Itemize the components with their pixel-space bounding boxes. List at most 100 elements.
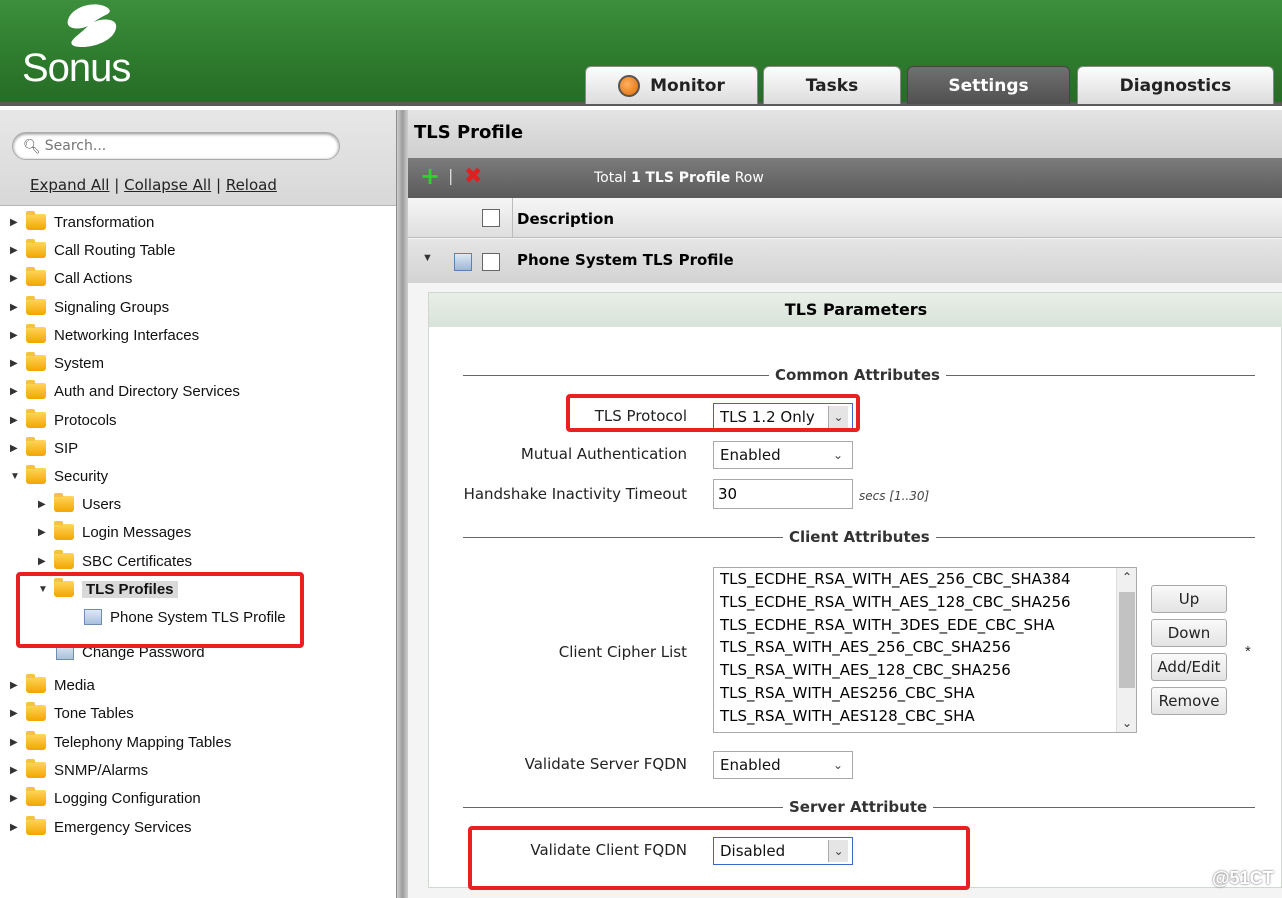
expand-arrow-icon[interactable]: ▶ bbox=[10, 737, 20, 748]
tab-diagnostics[interactable]: Diagnostics bbox=[1077, 66, 1274, 104]
tab-settings[interactable]: Settings bbox=[907, 66, 1070, 104]
tree-item-label: Protocols bbox=[54, 411, 117, 429]
highlight-box-validate-client bbox=[468, 826, 970, 890]
expand-arrow-icon[interactable]: ▶ bbox=[10, 386, 20, 397]
tree-item-sbc-certificates[interactable]: ▶ SBC Certificates bbox=[38, 548, 192, 574]
expand-arrow-icon[interactable]: ▶ bbox=[10, 415, 20, 426]
folder-icon bbox=[26, 324, 46, 343]
collapse-arrow-icon[interactable]: ▼ bbox=[10, 471, 20, 482]
search-box[interactable]: 🔍︎ bbox=[12, 132, 340, 160]
tree-item-snmp-alarms[interactable]: ▶ SNMP/Alarms bbox=[10, 757, 148, 783]
folder-icon bbox=[26, 296, 46, 315]
tab-tasks-label: Tasks bbox=[805, 75, 859, 96]
scroll-up-icon[interactable]: ⌃ bbox=[1117, 570, 1136, 584]
delete-row-icon[interactable]: ✖ bbox=[464, 164, 482, 189]
link-separator: | bbox=[114, 176, 120, 194]
sidebar-toolbar: 🔍︎ Expand All | Collapse All | Reload bbox=[0, 110, 396, 206]
tree-item-logging-configuration[interactable]: ▶ Logging Configuration bbox=[10, 785, 201, 811]
cipher-item[interactable]: TLS_ECDHE_RSA_WITH_AES_128_CBC_SHA256 bbox=[714, 591, 1136, 614]
expand-arrow-icon[interactable]: ▶ bbox=[10, 245, 20, 256]
tree-item-networking-interfaces[interactable]: ▶ Networking Interfaces bbox=[10, 322, 199, 348]
mutual-authentication-select[interactable]: Enabled ⌄ bbox=[713, 441, 853, 469]
tree-item-label: Login Messages bbox=[82, 523, 192, 541]
collapse-all-link[interactable]: Collapse All bbox=[124, 176, 211, 194]
expand-arrow-icon[interactable]: ▶ bbox=[10, 443, 20, 454]
reload-link[interactable]: Reload bbox=[226, 176, 277, 194]
description-column-header[interactable]: Description bbox=[512, 198, 614, 238]
tree-item-media[interactable]: ▶ Media bbox=[10, 672, 95, 698]
open-folder-icon bbox=[26, 465, 46, 484]
collapse-arrow-icon[interactable]: ▼ bbox=[422, 252, 433, 264]
tree-item-users[interactable]: ▶ Users bbox=[38, 491, 121, 517]
edit-row-icon[interactable] bbox=[454, 253, 472, 271]
tree-item-system[interactable]: ▶ System bbox=[10, 350, 104, 376]
expand-arrow-icon[interactable]: ▶ bbox=[10, 217, 20, 228]
tab-diagnostics-label: Diagnostics bbox=[1119, 75, 1232, 96]
expand-arrow-icon[interactable]: ▶ bbox=[10, 330, 20, 341]
table-header: Description bbox=[408, 198, 1282, 238]
expand-arrow-icon[interactable]: ▶ bbox=[10, 708, 20, 719]
expand-arrow-icon[interactable]: ▶ bbox=[38, 527, 48, 538]
cipher-item[interactable]: TLS_RSA_WITH_AES256_CBC_SHA bbox=[714, 682, 1136, 705]
tab-tasks[interactable]: Tasks bbox=[763, 66, 901, 104]
sonus-logo-icon bbox=[67, 4, 117, 48]
cipher-item[interactable]: TLS_ECDHE_RSA_WITH_3DES_EDE_CBC_SHA bbox=[714, 614, 1136, 637]
search-input[interactable] bbox=[44, 138, 325, 154]
row-checkbox[interactable] bbox=[482, 253, 500, 271]
tree-item-call-routing-table[interactable]: ▶ Call Routing Table bbox=[10, 237, 175, 263]
tree-item-label: Media bbox=[54, 676, 95, 694]
move-down-button[interactable]: Down bbox=[1151, 619, 1227, 647]
panel-title: TLS Parameters bbox=[429, 293, 1282, 327]
folder-icon bbox=[26, 816, 46, 835]
tree-item-emergency-services[interactable]: ▶ Emergency Services bbox=[10, 814, 192, 840]
panel-splitter[interactable] bbox=[396, 110, 408, 898]
tree-item-transformation[interactable]: ▶ Transformation bbox=[10, 209, 154, 235]
handshake-timeout-input[interactable]: 30 bbox=[713, 479, 853, 509]
tab-monitor[interactable]: Monitor bbox=[585, 66, 758, 104]
expand-arrow-icon[interactable]: ▶ bbox=[10, 765, 20, 776]
tree-item-signaling-groups[interactable]: ▶ Signaling Groups bbox=[10, 294, 169, 320]
expand-arrow-icon[interactable]: ▶ bbox=[10, 273, 20, 284]
validate-server-fqdn-select[interactable]: Enabled ⌄ bbox=[713, 751, 853, 779]
expand-arrow-icon[interactable]: ▶ bbox=[38, 499, 48, 510]
tree-item-login-messages[interactable]: ▶ Login Messages bbox=[38, 519, 191, 545]
tree-item-label: System bbox=[54, 354, 105, 372]
add-row-icon[interactable]: + bbox=[420, 164, 440, 188]
select-all-checkbox[interactable] bbox=[482, 209, 500, 227]
cipher-item[interactable]: TLS_RSA_WITH_AES128_CBC_SHA bbox=[714, 705, 1136, 728]
remove-button[interactable]: Remove bbox=[1151, 687, 1227, 715]
scroll-down-icon[interactable]: ⌄ bbox=[1117, 716, 1136, 730]
client-cipher-listbox[interactable]: TLS_ECDHE_RSA_WITH_AES_256_CBC_SHA384 TL… bbox=[713, 567, 1137, 733]
expand-arrow-icon[interactable]: ▶ bbox=[10, 358, 20, 369]
tree-item-tone-tables[interactable]: ▶ Tone Tables bbox=[10, 700, 134, 726]
tree-item-label: SIP bbox=[54, 439, 79, 457]
table-row[interactable]: ▼ Phone System TLS Profile bbox=[408, 239, 1282, 283]
expand-arrow-icon[interactable]: ▶ bbox=[38, 556, 48, 567]
folder-icon bbox=[26, 674, 46, 693]
folder-icon bbox=[26, 239, 46, 258]
expand-arrow-icon[interactable]: ▶ bbox=[10, 793, 20, 804]
expand-all-link[interactable]: Expand All bbox=[30, 176, 109, 194]
expand-arrow-icon[interactable]: ▶ bbox=[10, 680, 20, 691]
watermark: @51CT bbox=[1212, 868, 1274, 888]
cipher-list-scrollbar[interactable]: ⌃ ⌄ bbox=[1116, 568, 1136, 732]
search-icon: 🔍︎ bbox=[23, 137, 41, 154]
app-header: Sonus Monitor Tasks Settings Diagnostics bbox=[0, 0, 1282, 106]
cipher-item[interactable]: TLS_RSA_WITH_AES_256_CBC_SHA256 bbox=[714, 636, 1136, 659]
expand-arrow-icon[interactable]: ▶ bbox=[10, 822, 20, 833]
tree-item-sip[interactable]: ▶ SIP bbox=[10, 435, 78, 461]
cipher-item[interactable]: TLS_RSA_WITH_AES_128_CBC_SHA256 bbox=[714, 659, 1136, 682]
tree-item-security[interactable]: ▼ Security bbox=[10, 463, 108, 489]
tree-item-label: Security bbox=[54, 467, 109, 485]
scrollbar-thumb[interactable] bbox=[1119, 592, 1135, 688]
tree-item-call-actions[interactable]: ▶ Call Actions bbox=[10, 265, 132, 291]
tree-item-telephony-mapping-tables[interactable]: ▶ Telephony Mapping Tables bbox=[10, 729, 231, 755]
expand-arrow-icon[interactable]: ▶ bbox=[10, 302, 20, 313]
tree-item-protocols[interactable]: ▶ Protocols bbox=[10, 407, 117, 433]
tree-item-auth-directory-services[interactable]: ▶ Auth and Directory Services bbox=[10, 378, 240, 404]
tree-item-label: SNMP/Alarms bbox=[54, 761, 149, 779]
add-edit-button[interactable]: Add/Edit bbox=[1151, 653, 1227, 681]
move-up-button[interactable]: Up bbox=[1151, 585, 1227, 613]
link-separator: | bbox=[215, 176, 222, 194]
cipher-item[interactable]: TLS_ECDHE_RSA_WITH_AES_256_CBC_SHA384 bbox=[714, 568, 1136, 591]
